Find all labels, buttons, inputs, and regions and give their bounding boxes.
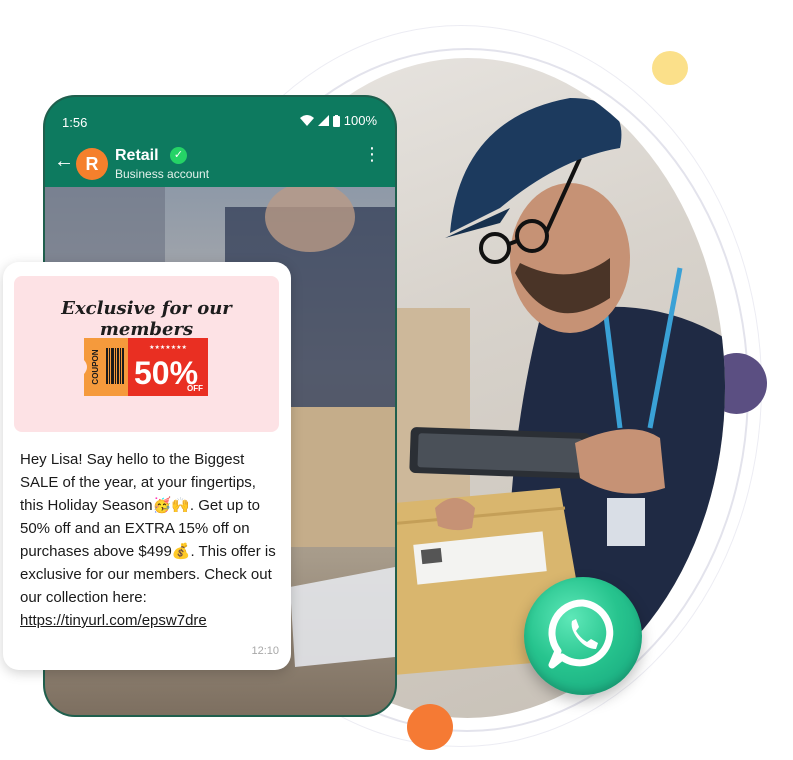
signal-icon	[317, 115, 329, 126]
message-text: Hey Lisa! Say hello to the Biggest SALE …	[20, 448, 282, 632]
svg-text:★★★★★★★: ★★★★★★★	[149, 344, 187, 351]
back-arrow-icon[interactable]: ←	[54, 150, 74, 173]
chat-header: ← R Retail ✓ Business account ⋮	[45, 141, 395, 187]
promo-banner: Exclusive for our members COUPON ★★★★★★★…	[14, 276, 279, 432]
battery-level: 100%	[343, 113, 377, 128]
coupon-off: OFF	[187, 384, 203, 393]
more-vert-icon[interactable]: ⋮	[363, 145, 381, 163]
verified-icon: ✓	[170, 147, 187, 164]
message-bubble: Exclusive for our members COUPON ★★★★★★★…	[3, 262, 291, 670]
status-indicators: 100%	[299, 113, 377, 128]
coupon-graphic: COUPON ★★★★★★★ 50% OFF	[84, 338, 208, 396]
banner-title: Exclusive for our members	[61, 298, 232, 340]
message-body: Hey Lisa! Say hello to the Biggest SALE …	[20, 451, 276, 606]
chat-name[interactable]: Retail	[115, 147, 159, 165]
status-time: 1:56	[62, 115, 88, 130]
message-link[interactable]: https://tinyurl.com/epsw7dre	[20, 612, 207, 629]
whatsapp-badge	[524, 577, 642, 695]
avatar[interactable]: R	[76, 148, 108, 180]
coupon-word: COUPON	[91, 349, 100, 384]
chat-subtitle: Business account	[115, 167, 210, 181]
battery-icon	[332, 114, 340, 127]
whatsapp-icon	[548, 599, 614, 669]
status-bar: 1:56 100%	[45, 97, 395, 143]
message-time: 12:10	[251, 645, 279, 657]
wifi-icon	[299, 115, 314, 126]
decorative-dot-orange	[407, 704, 453, 750]
